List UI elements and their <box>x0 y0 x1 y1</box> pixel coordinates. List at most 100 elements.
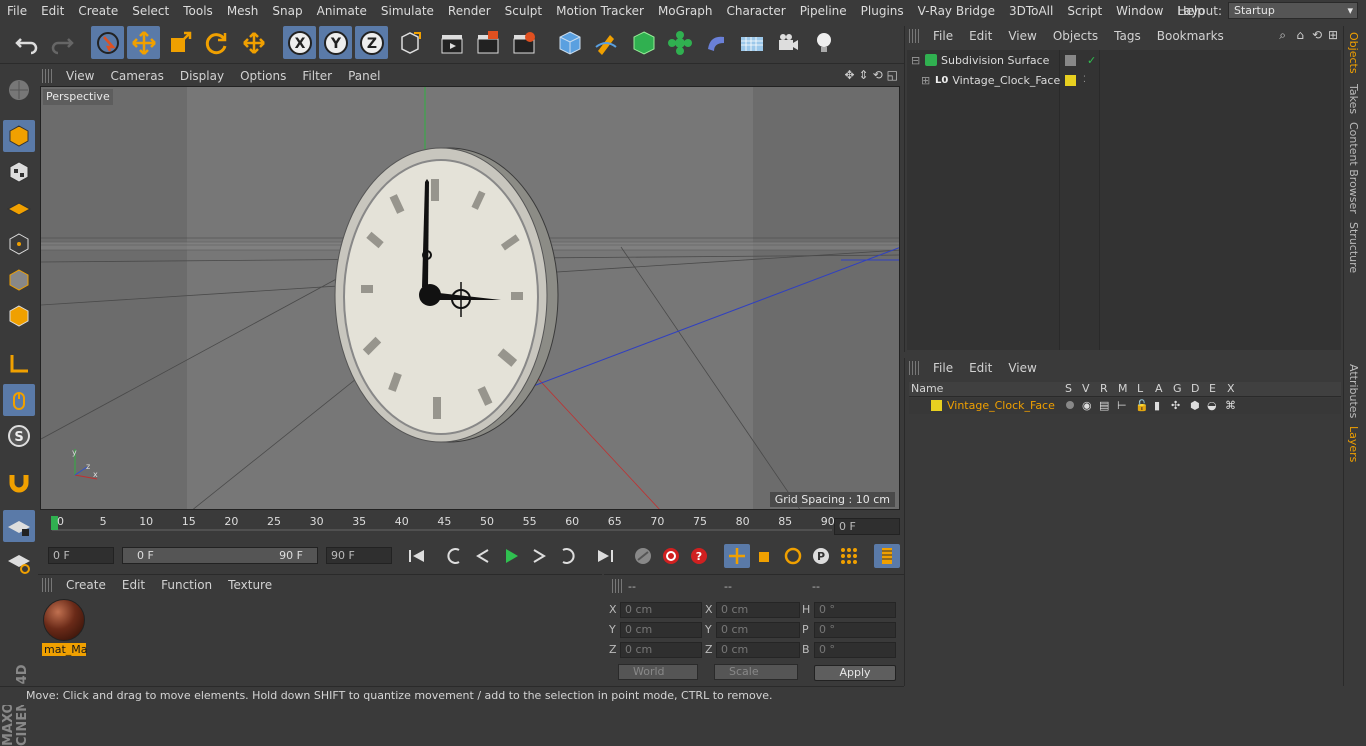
col-view[interactable]: V <box>1082 382 1090 395</box>
render-picture-viewer-button[interactable] <box>471 26 504 59</box>
menu-render[interactable]: Render <box>441 0 498 22</box>
layer-color-swatch[interactable] <box>1065 74 1076 86</box>
col-xref[interactable]: X <box>1227 382 1235 395</box>
generator-icon[interactable]: ✣ <box>1171 399 1180 412</box>
menu-pipeline[interactable]: Pipeline <box>793 0 854 22</box>
visibility-dots-icon[interactable]: ⁚ <box>1083 75 1086 85</box>
polygons-mode-button[interactable] <box>3 300 35 332</box>
menu-mograph[interactable]: MoGraph <box>651 0 720 22</box>
rot-h-field[interactable]: 0 ° <box>814 602 896 618</box>
camera-object-button[interactable] <box>771 26 804 59</box>
undo-button[interactable] <box>10 26 43 59</box>
col-name[interactable]: Name <box>911 382 943 395</box>
previous-frame-button[interactable] <box>470 544 496 568</box>
key-position-button[interactable] <box>724 544 750 568</box>
object-back-icon[interactable]: ⟲ <box>1312 28 1322 42</box>
key-rotation-button[interactable] <box>780 544 806 568</box>
lock-icon[interactable]: 🔓 <box>1135 399 1149 412</box>
tweak-mode-button[interactable] <box>3 384 35 416</box>
object-row-clock-face[interactable]: ⊞ L0 Vintage_Clock_Face ⁚ <box>907 70 1341 90</box>
timeline-ruler[interactable]: 0 5 10 15 20 25 30 35 40 45 50 55 60 65 70 75 80 85 90 0 F <box>40 512 904 538</box>
tab-objects[interactable]: Objects <box>1347 32 1360 74</box>
pos-y-field[interactable]: 0 cm <box>620 622 702 638</box>
key-parameter-button[interactable]: P <box>808 544 834 568</box>
current-frame-field[interactable]: 0 F <box>834 518 900 535</box>
apply-button[interactable]: Apply <box>814 665 896 681</box>
viewport-menu-panel[interactable]: Panel <box>340 69 388 83</box>
panel-grip[interactable] <box>909 361 919 375</box>
enabled-check-icon[interactable]: ✓ <box>1087 54 1096 67</box>
object-menu-bookmarks[interactable]: Bookmarks <box>1149 29 1232 43</box>
tab-layers[interactable]: Layers <box>1347 426 1360 462</box>
tab-content-browser[interactable]: Content Browser <box>1347 122 1360 214</box>
maximize-icon[interactable]: ◱ <box>887 68 898 82</box>
mograph-cloner-button[interactable] <box>663 26 696 59</box>
menu-3dtoall[interactable]: 3DToAll <box>1002 0 1060 22</box>
record-active-objects-button[interactable] <box>658 544 684 568</box>
menu-snap[interactable]: Snap <box>265 0 309 22</box>
x-axis-lock-button[interactable]: X <box>283 26 316 59</box>
object-expand-icon[interactable]: ⊞ <box>1328 28 1338 42</box>
make-editable-button[interactable] <box>3 74 35 106</box>
tab-takes[interactable]: Takes <box>1347 84 1360 114</box>
orbit-icon[interactable]: ⟲ <box>873 68 883 82</box>
tab-attributes[interactable]: Attributes <box>1347 364 1360 418</box>
perspective-viewport[interactable]: y x z Perspective Grid Spacing : 10 cm <box>40 86 900 510</box>
panel-grip[interactable] <box>909 29 919 43</box>
menu-mesh[interactable]: Mesh <box>220 0 266 22</box>
recent-tool-button[interactable] <box>237 26 270 59</box>
rotate-tool-button[interactable] <box>199 26 232 59</box>
next-frame-button[interactable] <box>526 544 552 568</box>
menu-animate[interactable]: Animate <box>310 0 374 22</box>
texture-mode-button[interactable] <box>3 156 35 188</box>
col-render[interactable]: R <box>1100 382 1108 395</box>
viewport-menu-filter[interactable]: Filter <box>294 69 340 83</box>
key-pla-button[interactable] <box>836 544 862 568</box>
menu-script[interactable]: Script <box>1060 0 1109 22</box>
viewport-menu-options[interactable]: Options <box>232 69 294 83</box>
expression-icon[interactable]: ◒ <box>1207 399 1217 412</box>
layer-row[interactable]: Vintage_Clock_Face ◉ ▤ ⊢ 🔓 ▮ ✣ ⬢ ◒ ⌘ <box>909 398 1341 414</box>
layer-color-swatch[interactable] <box>931 400 942 411</box>
z-axis-lock-button[interactable]: Z <box>355 26 388 59</box>
autokeying-button[interactable]: ? <box>686 544 712 568</box>
frame-range-slider[interactable]: 0 F 90 F <box>122 547 318 564</box>
material-menu-create[interactable]: Create <box>58 578 114 592</box>
animation-film-icon[interactable]: ▮ <box>1154 399 1160 412</box>
scale-tool-button[interactable] <box>163 26 196 59</box>
pos-z-field[interactable]: 0 cm <box>620 642 702 658</box>
locked-workplane-button[interactable] <box>3 546 35 578</box>
timeline-window-button[interactable] <box>874 544 900 568</box>
pen-spline-button[interactable] <box>589 26 622 59</box>
object-row-subdivision[interactable]: ⊟ Subdivision Surface ✓ <box>907 50 1341 70</box>
coordinate-system-button[interactable] <box>393 26 426 59</box>
size-y-field[interactable]: 0 cm <box>716 622 800 638</box>
material-thumbnail[interactable]: mat_Ma <box>42 599 88 656</box>
tab-structure[interactable]: Structure <box>1347 222 1360 273</box>
subdivision-surface-button[interactable] <box>627 26 660 59</box>
deformer-icon[interactable]: ⬢ <box>1190 399 1200 412</box>
menu-select[interactable]: Select <box>125 0 176 22</box>
viewport-menu-view[interactable]: View <box>58 69 102 83</box>
deformer-button[interactable] <box>699 26 732 59</box>
menu-window[interactable]: Window <box>1109 0 1170 22</box>
next-key-button[interactable] <box>554 544 580 568</box>
cube-object-button[interactable] <box>553 26 586 59</box>
rot-b-field[interactable]: 0 ° <box>814 642 896 658</box>
material-menu-function[interactable]: Function <box>153 578 220 592</box>
menu-edit[interactable]: Edit <box>34 0 71 22</box>
size-mode-dropdown[interactable]: Scale <box>714 664 798 680</box>
workplane-lock-button[interactable] <box>3 510 35 542</box>
start-frame-field[interactable]: 0 F <box>48 547 114 564</box>
end-frame-field[interactable]: 90 F <box>326 547 392 564</box>
layer-menu-view[interactable]: View <box>1000 361 1044 375</box>
col-locked[interactable]: L <box>1137 382 1143 395</box>
pan-icon[interactable]: ✥ <box>844 68 854 82</box>
solo-mode-button[interactable]: S <box>3 420 35 452</box>
record-keys-disabled-button[interactable] <box>630 544 656 568</box>
layer-menu-edit[interactable]: Edit <box>961 361 1000 375</box>
object-menu-edit[interactable]: Edit <box>961 29 1000 43</box>
panel-grip[interactable] <box>612 579 622 593</box>
menu-vray-bridge[interactable]: V-Ray Bridge <box>911 0 1002 22</box>
render-settings-button[interactable] <box>507 26 540 59</box>
